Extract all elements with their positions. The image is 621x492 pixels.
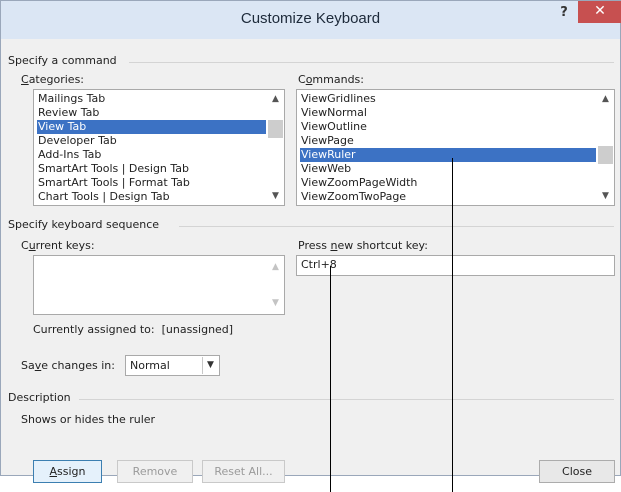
close-icon: ✕ xyxy=(594,3,606,19)
assign-button-label-rest: ssign xyxy=(57,465,86,478)
command-list-item[interactable]: ViewZoomPageWidth xyxy=(300,176,596,190)
current-keys-label: Current keys: xyxy=(21,239,95,252)
help-button[interactable]: ? xyxy=(557,3,571,23)
current-keys-listbox[interactable]: ▲ ▼ xyxy=(33,255,285,315)
scroll-up-icon[interactable]: ▲ xyxy=(597,92,614,106)
commands-list: ViewGridlines ViewNormal ViewOutline ViewPa… xyxy=(300,92,596,204)
command-list-item[interactable]: ViewZoomTwoPage xyxy=(300,190,596,204)
category-list-item[interactable]: Review Tab xyxy=(37,106,266,120)
command-list-item[interactable]: ViewGridlines xyxy=(300,92,596,106)
scroll-up-icon[interactable]: ▲ xyxy=(267,92,284,106)
remove-button[interactable]: Remove xyxy=(117,460,193,483)
category-list-item[interactable]: Chart Tools | Design Tab xyxy=(37,190,266,204)
title-bar: Customize Keyboard ? ✕ xyxy=(1,1,621,39)
save-changes-select[interactable]: Normal ▼ xyxy=(125,355,220,376)
scroll-thumb[interactable] xyxy=(268,120,283,138)
group-divider xyxy=(129,62,614,63)
customize-keyboard-dialog: Customize Keyboard ? ✕ Specify a command… xyxy=(0,0,621,483)
categories-listbox[interactable]: Mailings Tab Review Tab View Tab Developer … xyxy=(33,89,285,206)
save-changes-label: Save changes in: xyxy=(21,359,115,372)
callout-line xyxy=(452,158,453,492)
assigned-to-label: Currently assigned to: xyxy=(33,323,155,336)
current-keys-scrollbar[interactable]: ▲ ▼ xyxy=(267,256,284,314)
command-list-item[interactable]: ViewOutline xyxy=(300,120,596,134)
description-text: Shows or hides the ruler xyxy=(21,413,156,426)
keyboard-sequence-group-label: Specify keyboard sequence xyxy=(8,218,160,231)
scroll-down-icon[interactable]: ▼ xyxy=(267,296,284,310)
command-list-item[interactable]: ViewWeb xyxy=(300,162,596,176)
scroll-down-icon[interactable]: ▼ xyxy=(267,189,284,203)
command-list-item[interactable]: ViewRuler xyxy=(300,148,596,162)
group-divider xyxy=(79,399,614,400)
assigned-to-value: [unassigned] xyxy=(161,323,234,336)
currently-assigned-label: Currently assigned to: [unassigned] xyxy=(33,323,233,336)
category-list-item[interactable]: Mailings Tab xyxy=(37,92,266,106)
reset-all-button[interactable]: Reset All... xyxy=(202,460,285,483)
categories-list: Mailings Tab Review Tab View Tab Developer … xyxy=(37,92,266,204)
scroll-thumb[interactable] xyxy=(598,146,613,164)
categories-label-rest: ategories: xyxy=(28,73,85,86)
categories-label: Categories: xyxy=(21,73,85,86)
specify-command-group-label: Specify a command xyxy=(8,54,117,67)
categories-scrollbar[interactable]: ▲ ▼ xyxy=(267,90,284,205)
commands-label: Commands: xyxy=(298,73,364,86)
new-shortcut-input[interactable]: Ctrl+8 xyxy=(296,255,615,276)
command-list-item[interactable]: ViewNormal xyxy=(300,106,596,120)
command-list-item[interactable]: ViewPage xyxy=(300,134,596,148)
description-group-label: Description xyxy=(8,391,71,404)
commands-listbox[interactable]: ViewGridlines ViewNormal ViewOutline ViewPa… xyxy=(296,89,615,206)
category-list-item[interactable]: View Tab xyxy=(37,120,266,134)
close-button[interactable]: Close xyxy=(539,460,615,483)
category-list-item[interactable]: SmartArt Tools | Format Tab xyxy=(37,176,266,190)
category-list-item[interactable]: SmartArt Tools | Design Tab xyxy=(37,162,266,176)
assign-button[interactable]: Assign xyxy=(33,460,102,483)
commands-scrollbar[interactable]: ▲ ▼ xyxy=(597,90,614,205)
close-window-button[interactable]: ✕ xyxy=(578,1,621,23)
group-divider xyxy=(179,226,614,227)
dialog-title: Customize Keyboard xyxy=(240,10,381,27)
scroll-down-icon[interactable]: ▼ xyxy=(597,189,614,203)
chevron-down-icon[interactable]: ▼ xyxy=(202,357,218,374)
press-new-shortcut-label: Press new shortcut key: xyxy=(298,239,428,252)
callout-line xyxy=(330,266,331,492)
category-list-item[interactable]: Developer Tab xyxy=(37,134,266,148)
save-changes-value: Normal xyxy=(130,359,170,372)
scroll-up-icon[interactable]: ▲ xyxy=(267,260,284,274)
category-list-item[interactable]: Add-Ins Tab xyxy=(37,148,266,162)
